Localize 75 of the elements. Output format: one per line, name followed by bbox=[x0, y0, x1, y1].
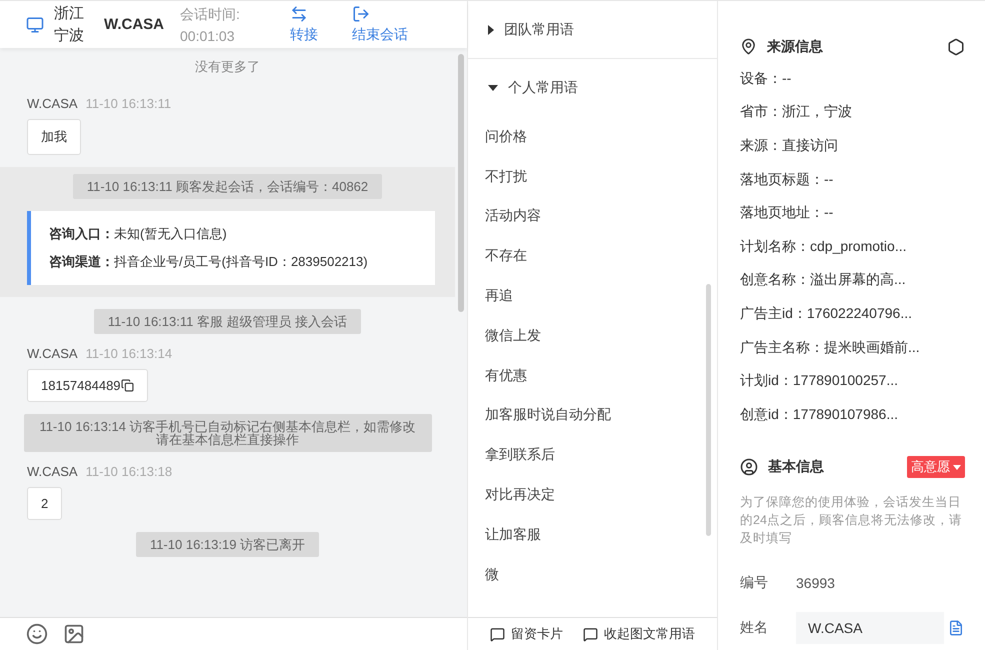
message-bubble: 加我 bbox=[27, 119, 81, 155]
exit-icon bbox=[352, 5, 370, 23]
source-info-row-text: 落地页地址：-- bbox=[740, 203, 834, 222]
sender-name: W.CASA bbox=[27, 346, 78, 361]
caret-down-icon bbox=[953, 464, 961, 470]
image-icon[interactable] bbox=[63, 623, 85, 645]
hexagon-icon[interactable] bbox=[947, 38, 965, 56]
emoji-icon[interactable] bbox=[26, 623, 48, 645]
intent-tag[interactable]: 高意愿 bbox=[907, 456, 965, 478]
phrase-item[interactable]: 活动内容 bbox=[468, 196, 717, 236]
field-value: 36993 bbox=[796, 575, 835, 592]
message-icon bbox=[490, 626, 505, 642]
transfer-icon bbox=[290, 5, 308, 23]
end-session-button[interactable]: 结束会话 bbox=[352, 5, 408, 44]
phrase-item[interactable]: 微 bbox=[468, 554, 717, 595]
phrase-item[interactable]: 不存在 bbox=[468, 236, 717, 276]
source-info-row-text: 落地页标题：-- bbox=[740, 170, 834, 189]
system-notice: 11-10 16:13:14 访客手机号已自动标记右侧基本信息栏，如需修改请在基本信息栏直接操作 bbox=[24, 414, 432, 452]
message-time: 11-10 16:13:18 bbox=[86, 464, 172, 479]
message-bubble: 2 bbox=[27, 487, 62, 520]
caret-right-icon bbox=[488, 24, 494, 34]
source-info-row-text: 计划名称：cdp_promotio... bbox=[740, 236, 908, 256]
footer-button[interactable]: 留资卡片 bbox=[490, 625, 563, 643]
session-duration: 会话时间: 00:01:03 bbox=[180, 4, 241, 46]
info-line: 咨询入口：未知(暂无入口信息) bbox=[49, 225, 228, 243]
message-bubble: 18157484489 bbox=[27, 369, 148, 402]
phrase-item[interactable]: 拿到联系后 bbox=[468, 435, 717, 476]
message-time: 11-10 16:13:11 bbox=[86, 96, 172, 111]
phrase-item[interactable]: 不打扰 bbox=[468, 156, 717, 197]
phrase-item[interactable]: 加客服时说自动分配 bbox=[468, 396, 717, 436]
caret-down-icon bbox=[488, 85, 498, 91]
source-info-row-text: 计划id：177890100257... bbox=[740, 371, 899, 390]
source-info-row-text: 设备：-- bbox=[740, 68, 792, 88]
system-notice: 11-10 16:13:19 访客已离开 bbox=[136, 532, 320, 557]
scrollbar[interactable] bbox=[706, 284, 711, 536]
source-info-row-text: 创意id：177890107986... bbox=[740, 404, 899, 424]
no-more-text: 没有更多了 bbox=[194, 58, 261, 76]
copy-icon[interactable] bbox=[120, 379, 134, 392]
footer-button[interactable]: 收起图文常用语 bbox=[583, 625, 695, 643]
phrase-item[interactable]: 再追 bbox=[468, 276, 717, 316]
source-info-row-text: 创意名称：溢出屏幕的高... bbox=[740, 270, 907, 290]
message-icon bbox=[583, 626, 598, 642]
phrase-item[interactable]: 问价格 bbox=[468, 117, 717, 157]
system-notice: 11-10 16:13:11 客服 超级管理员 接入会话 bbox=[94, 309, 362, 334]
message-time: 11-10 16:13:14 bbox=[86, 346, 172, 361]
info-line: 咨询渠道：抖音企业号/员工号(抖音号ID：2839502213) bbox=[49, 253, 369, 271]
field-label: 编号 bbox=[740, 574, 769, 592]
phrase-item[interactable]: 对比再决定 bbox=[468, 475, 717, 515]
location-pin-icon bbox=[740, 38, 757, 56]
section-title: 基本信息 bbox=[768, 458, 825, 476]
name-input[interactable]: W.CASA bbox=[796, 612, 944, 644]
group-title: 团队常用语 bbox=[504, 20, 574, 38]
sender-name: W.CASA bbox=[27, 464, 78, 479]
sender-name: W.CASA bbox=[27, 96, 78, 111]
phrase-item[interactable]: 有优惠 bbox=[468, 356, 717, 396]
document-icon[interactable] bbox=[948, 620, 964, 636]
source-info-row-text: 广告主名称：提米映画婚前... bbox=[740, 338, 921, 357]
system-notice: 11-10 16:13:11 顾客发起会话，会话编号：40862 bbox=[72, 174, 382, 199]
section-title: 来源信息 bbox=[767, 38, 824, 56]
source-info-row-text: 省市：浙江，宁波 bbox=[740, 102, 853, 122]
field-label: 姓名 bbox=[740, 618, 769, 637]
group-title: 个人常用语 bbox=[508, 79, 578, 97]
scrollbar[interactable] bbox=[458, 54, 464, 312]
source-info-row-text: 广告主id：176022240796... bbox=[740, 304, 913, 324]
notice-text: 为了保障您的使用体验，会话发生当日的24点之后，顾客信息将无法修改，请及时填写 bbox=[740, 494, 963, 547]
phrase-group-header[interactable]: 个人常用语 bbox=[468, 59, 717, 117]
user-icon bbox=[740, 458, 758, 476]
visitor-location: 浙江宁波 bbox=[54, 4, 85, 46]
phrase-item[interactable]: 微信上发 bbox=[468, 316, 717, 356]
phrase-item[interactable]: 让加客服 bbox=[468, 514, 717, 555]
monitor-icon bbox=[26, 16, 44, 34]
transfer-button[interactable]: 转接 bbox=[290, 5, 318, 44]
visitor-name: W.CASA bbox=[104, 16, 165, 33]
source-info-row-text: 来源：直接访问 bbox=[740, 136, 839, 156]
phrase-group-header[interactable]: 团队常用语 bbox=[468, 1, 717, 59]
